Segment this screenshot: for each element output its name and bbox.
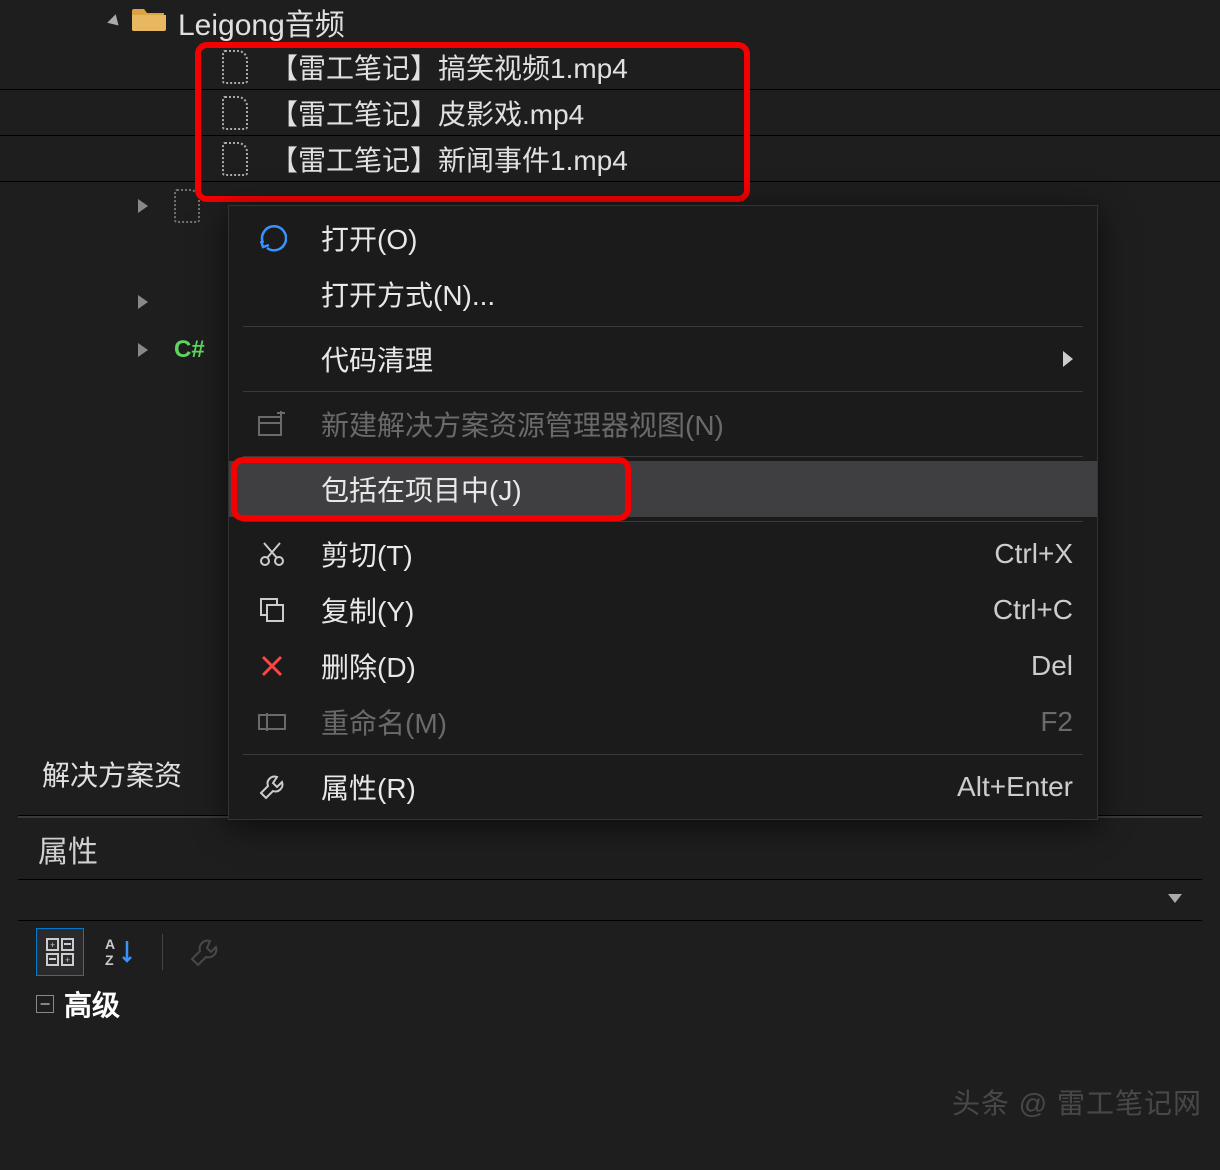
new-view-icon [247,411,297,437]
menu-label: 打开方式(N)... [321,274,1073,314]
watermark: 头条 @ 雷工笔记网 [952,1082,1202,1122]
properties-wrench-button[interactable] [181,928,229,976]
file-row-1[interactable]: 【雷工笔记】皮影戏.mp4 [0,90,1220,136]
file-row-0[interactable]: 【雷工笔记】搞笑视频1.mp4 [0,44,1220,90]
menu-copy[interactable]: 复制(Y) Ctrl+C [229,582,1097,638]
file-icon [174,189,200,223]
properties-panel-title[interactable]: 属性 [18,818,1202,880]
menu-label: 代码清理 [321,339,1063,379]
context-menu: 打开(O) 打开方式(N)... 代码清理 新建解决方案资源管理器视图(N) 包… [228,205,1098,820]
csharp-icon: C# [174,336,205,364]
collapse-icon[interactable]: − [36,995,54,1013]
menu-label: 包括在项目中(J) [321,469,1073,509]
menu-separator [243,456,1083,457]
menu-label: 重命名(M) [321,702,1040,742]
menu-separator [243,391,1083,392]
menu-label: 剪切(T) [321,534,994,574]
menu-label: 复制(Y) [321,590,993,630]
menu-open[interactable]: 打开(O) [229,210,1097,266]
category-advanced[interactable]: − 高级 [18,982,1202,1026]
folder-icon [132,5,166,40]
svg-text:+: + [65,955,70,965]
menu-shortcut: Del [1031,650,1073,682]
menu-new-solution-view: 新建解决方案资源管理器视图(N) [229,396,1097,452]
menu-separator [243,754,1083,755]
menu-separator [243,326,1083,327]
expand-icon[interactable] [138,199,148,213]
folder-label: Leigong音频 [178,0,345,44]
menu-open-with[interactable]: 打开方式(N)... [229,266,1097,322]
menu-label: 属性(R) [321,767,957,807]
menu-include-in-project[interactable]: 包括在项目中(J) [229,461,1097,517]
properties-panel: 属性 ++ AZ − 高级 [18,815,1202,1026]
solution-explorer-tab-label[interactable]: 解决方案资 [42,754,182,794]
menu-properties[interactable]: 属性(R) Alt+Enter [229,759,1097,815]
wrench-icon [247,773,297,801]
properties-toolbar: ++ AZ [18,920,1202,982]
menu-label: 删除(D) [321,646,1031,686]
menu-label: 打开(O) [321,218,1073,258]
menu-separator [243,521,1083,522]
dropdown-icon [1168,894,1182,903]
submenu-arrow-icon [1063,351,1073,367]
open-arrow-icon [247,223,297,253]
menu-label: 新建解决方案资源管理器视图(N) [321,404,1073,444]
delete-x-icon [247,653,297,679]
copy-icon [247,596,297,624]
menu-shortcut: F2 [1040,706,1073,738]
file-row-2[interactable]: 【雷工笔记】新闻事件1.mp4 [0,136,1220,182]
properties-object-dropdown[interactable] [18,880,1202,920]
svg-text:Z: Z [105,952,114,968]
rename-icon [247,711,297,733]
scissors-icon [247,540,297,568]
menu-code-cleanup[interactable]: 代码清理 [229,331,1097,387]
folder-row-leigong-audio[interactable]: Leigong音频 [0,0,1220,44]
menu-rename: 重命名(M) F2 [229,694,1097,750]
categorized-button[interactable]: ++ [36,928,84,976]
menu-shortcut: Ctrl+X [994,538,1073,570]
file-icon [222,96,248,130]
alphabetical-button[interactable]: AZ [96,928,144,976]
file-icon [222,50,248,84]
category-label: 高级 [64,984,120,1024]
expand-icon[interactable] [107,14,123,30]
svg-text:+: + [50,940,55,950]
menu-shortcut: Ctrl+C [993,594,1073,626]
svg-text:A: A [105,936,115,952]
expand-icon[interactable] [138,295,148,309]
file-label: 【雷工笔记】皮影戏.mp4 [260,93,584,133]
expand-icon[interactable] [138,343,148,357]
menu-cut[interactable]: 剪切(T) Ctrl+X [229,526,1097,582]
file-label: 【雷工笔记】新闻事件1.mp4 [260,139,628,179]
file-label: 【雷工笔记】搞笑视频1.mp4 [260,47,628,87]
menu-delete[interactable]: 删除(D) Del [229,638,1097,694]
file-icon [222,142,248,176]
menu-shortcut: Alt+Enter [957,771,1073,803]
